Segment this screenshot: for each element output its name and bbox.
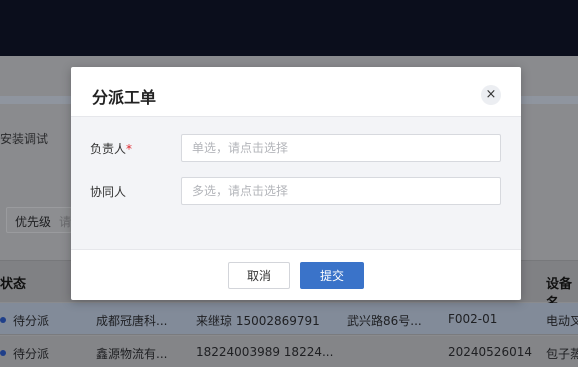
row-device: 电动叉 [546,314,578,328]
row-contact: 18224003989 18224... [196,345,334,359]
priority-filter: 优先级 请 [6,207,72,233]
cancel-button[interactable]: 取消 [228,262,290,289]
row-company: 成都冠唐科... [96,314,168,328]
row-status: 待分派 [13,314,50,328]
assignee-field[interactable] [181,134,501,162]
collaborator-label: 协同人 [90,185,127,199]
submit-button[interactable]: 提交 [300,262,364,289]
close-icon[interactable]: × [481,85,501,105]
priority-filter-placeholder: 请 [59,215,72,229]
required-mark: * [126,142,133,156]
row-address: 武兴路86号... [347,314,422,328]
row-company: 鑫源物流有... [96,347,168,361]
status-dot-icon [0,350,6,356]
assignee-label: 负责人* [90,142,133,156]
status-dot-icon [0,317,6,323]
priority-filter-label: 优先级 [15,215,52,229]
filter-label: 安装调试 [0,132,49,146]
table-row: 待分派 鑫源物流有... 18224003989 18224... 202405… [0,336,578,367]
dialog-title: 分派工单 [92,88,157,107]
collaborator-field[interactable] [181,177,501,205]
row-status: 待分派 [13,347,50,361]
assign-work-order-dialog: 分派工单 × 负责人* 协同人 取消 提交 [71,67,521,300]
column-header-status: 状态 [0,277,27,292]
row-contact: 来继琼 15002869791 [196,314,320,328]
dialog-body: 负责人* 协同人 [71,116,521,250]
row-device: 包子蒸 [546,347,578,361]
table-row: 待分派 成都冠唐科... 来继琼 15002869791 武兴路86号... F… [0,303,578,335]
app-top-bar [0,0,578,56]
row-code: F002-01 [448,312,498,326]
row-code: 20240526014 [448,345,532,359]
